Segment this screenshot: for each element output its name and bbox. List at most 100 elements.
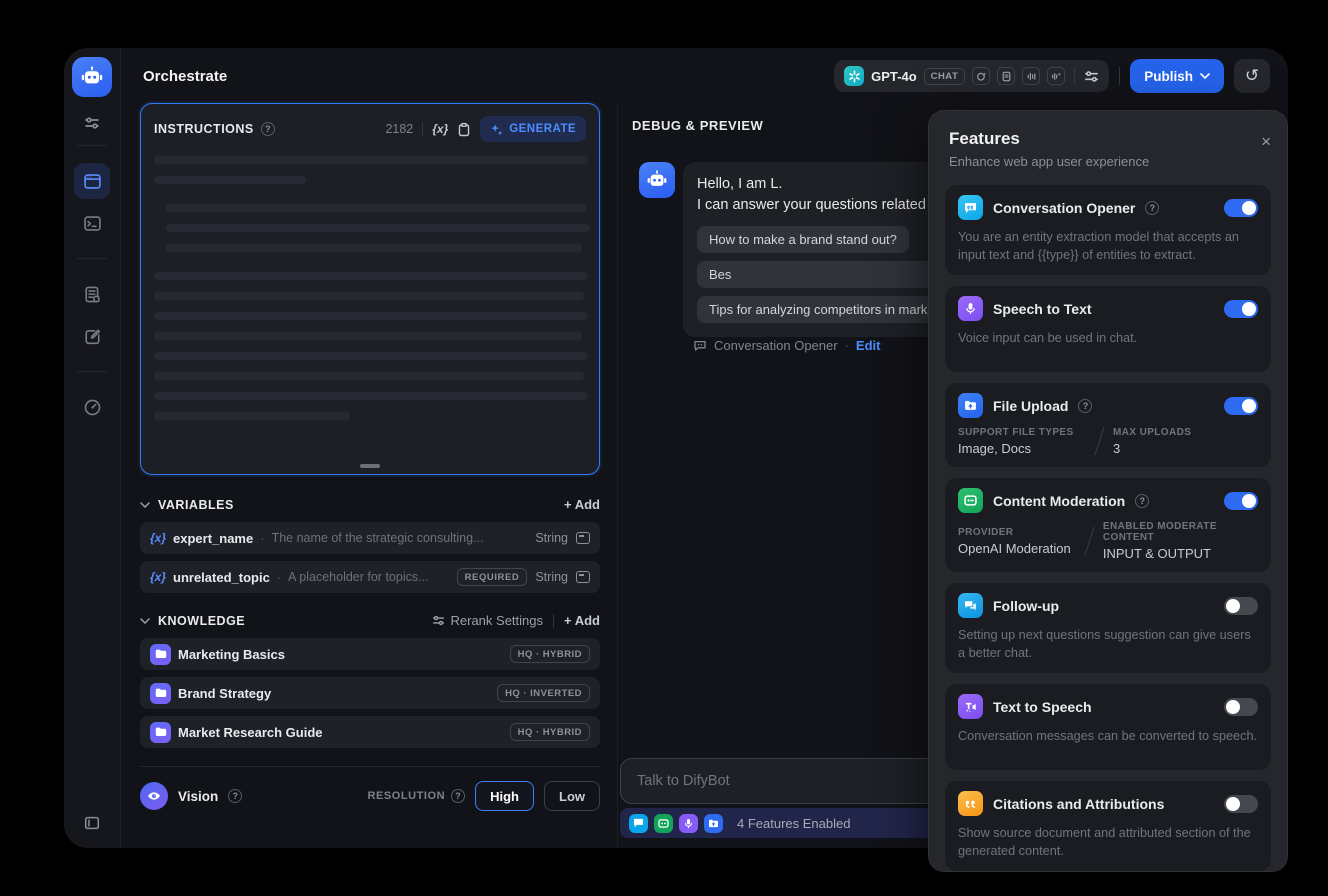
help-icon[interactable]: ?	[1145, 200, 1160, 215]
knowledge-name: Market Research Guide	[178, 724, 323, 740]
feature-toggle[interactable]	[1224, 491, 1258, 510]
resize-handle[interactable]	[360, 464, 380, 468]
required-badge: REQUIRED	[456, 568, 528, 586]
feature-toggle[interactable]	[1224, 299, 1258, 318]
variable-name: expert_name	[173, 530, 254, 546]
variable-row[interactable]: {x} unrelated_topic · A placeholder for …	[140, 561, 600, 593]
features-panel-subtitle: Enhance web app user experience	[949, 154, 1150, 169]
config-column: INSTRUCTIONS ? 2182 {x} GENERATE VARIABL…	[140, 103, 600, 811]
conversation-opener-icon	[958, 195, 983, 220]
feature-name: Citations and Attributions	[993, 795, 1165, 812]
feature-card-follow-up: Follow-up Setting up next questions sugg…	[945, 583, 1271, 674]
conversation-opener-icon	[629, 813, 648, 833]
knowledge-row[interactable]: Brand Strategy HQ · INVERTED	[140, 677, 600, 709]
model-selector[interactable]: GPT-4o CHAT	[834, 60, 1110, 92]
model-name: GPT-4o	[871, 68, 917, 84]
collapse-panel-icon[interactable]	[83, 814, 101, 832]
close-icon[interactable]: ×	[1261, 133, 1271, 150]
knowledge-name: Brand Strategy	[178, 685, 272, 701]
instructions-panel[interactable]: INSTRUCTIONS ? 2182 {x} GENERATE	[140, 103, 600, 475]
publish-label: Publish	[1144, 68, 1193, 84]
feature-card-conversation-opener: Conversation Opener ? You are an entity …	[945, 185, 1271, 276]
meta-divider	[1084, 526, 1095, 556]
history-button[interactable]: ↺	[1234, 59, 1270, 93]
folder-icon	[150, 682, 171, 704]
edit-opener-link[interactable]: Edit	[856, 338, 881, 353]
citations-icon	[958, 791, 983, 817]
rerank-settings-button[interactable]: Rerank Settings	[432, 613, 544, 628]
suggestion-chip[interactable]: How to make a brand stand out?	[697, 226, 909, 254]
knowledge-header: KNOWLEDGE Rerank Settings + Add	[140, 613, 600, 628]
feature-desc: Setting up next questions suggestion can…	[958, 628, 1251, 661]
knowledge-badge: HQ · HYBRID	[509, 723, 590, 741]
help-icon[interactable]: ?	[1135, 493, 1150, 508]
help-icon[interactable]: ?	[1078, 398, 1093, 413]
resolution-high-button[interactable]: High	[475, 781, 534, 811]
generate-button[interactable]: GENERATE	[480, 116, 586, 142]
history-icon: ↺	[1244, 66, 1260, 85]
document-icon	[997, 67, 1016, 85]
sidebar-item-monitoring[interactable]	[74, 389, 110, 425]
variable-insert-icon[interactable]: {x}	[432, 122, 448, 136]
folder-icon	[150, 643, 171, 665]
feature-toggle[interactable]	[1224, 697, 1258, 716]
dot-separator: ·	[844, 338, 849, 353]
dot-separator: ·	[260, 530, 265, 546]
knowledge-badge: HQ · INVERTED	[497, 684, 590, 702]
features-panel: Features Enhance web app user experience…	[928, 110, 1288, 872]
folder-icon	[150, 721, 171, 743]
feature-toggle[interactable]	[1224, 396, 1258, 415]
help-icon[interactable]: ?	[260, 122, 275, 136]
content-moderation-icon	[958, 488, 983, 514]
feature-desc: Voice input can be used in chat.	[958, 331, 1138, 346]
divider	[422, 122, 424, 136]
follow-up-icon	[958, 593, 983, 619]
app-robot-icon[interactable]	[72, 57, 112, 97]
opener-label: Conversation Opener	[714, 338, 838, 353]
knowledge-row[interactable]: Market Research Guide HQ · HYBRID	[140, 716, 600, 748]
copy-icon[interactable]	[457, 122, 471, 137]
feature-card-content-moderation: Content Moderation ? PROVIDER OpenAI Mod…	[945, 478, 1271, 573]
suggestion-chip[interactable]: Bes	[697, 261, 947, 289]
variable-type: String	[535, 531, 568, 545]
debug-title: DEBUG & PREVIEW	[632, 118, 764, 133]
sidebar-item-orchestrate[interactable]	[74, 163, 110, 199]
sidebar-item-api[interactable]	[74, 205, 110, 241]
meta-label: SUPPORT FILE TYPES	[958, 426, 1074, 438]
model-mode-badge: CHAT	[923, 67, 966, 85]
chevron-down-icon[interactable]	[140, 501, 150, 508]
vision-icon	[972, 67, 991, 85]
feature-toggle[interactable]	[1224, 596, 1258, 615]
sidebar-item-annotations[interactable]	[74, 318, 110, 354]
feature-card-text-to-speech: Text to Speech Conversation messages can…	[945, 684, 1271, 771]
help-icon[interactable]: ?	[451, 789, 466, 803]
variable-icon: {x}	[150, 531, 167, 545]
sliders-icon[interactable]	[84, 115, 100, 131]
variable-desc: A placeholder for topics...	[288, 570, 429, 584]
chevron-down-icon[interactable]	[140, 617, 150, 624]
sidebar-item-logs[interactable]	[74, 276, 110, 312]
help-icon[interactable]: ?	[228, 789, 243, 803]
meta-divider	[1094, 426, 1105, 456]
variable-row[interactable]: {x} expert_name · The name of the strate…	[140, 522, 600, 554]
add-knowledge-button[interactable]: + Add	[564, 613, 600, 628]
feature-toggle[interactable]	[1224, 198, 1258, 217]
variables-title: VARIABLES	[158, 497, 234, 512]
audio-generate-icon	[1047, 67, 1066, 85]
instructions-title: INSTRUCTIONS	[154, 122, 254, 136]
rerank-label: Rerank Settings	[450, 613, 544, 628]
feature-name: Speech to Text	[993, 300, 1092, 317]
input-field-icon[interactable]	[576, 532, 590, 544]
vision-section: Vision ? RESOLUTION ? High Low	[140, 766, 600, 811]
resolution-low-button[interactable]: Low	[544, 781, 600, 811]
feature-desc: Show source document and attributed sect…	[958, 826, 1251, 859]
input-field-icon[interactable]	[576, 571, 590, 583]
generate-label: GENERATE	[509, 123, 576, 135]
model-params-icon[interactable]	[1084, 69, 1099, 84]
add-variable-button[interactable]: + Add	[564, 497, 600, 512]
feature-toggle[interactable]	[1224, 794, 1258, 813]
page-title: Orchestrate	[143, 67, 228, 85]
meta-label: ENABLED MODERATE CONTENT	[1102, 521, 1217, 544]
publish-button[interactable]: Publish	[1130, 59, 1224, 93]
knowledge-row[interactable]: Marketing Basics HQ · HYBRID	[140, 638, 600, 670]
